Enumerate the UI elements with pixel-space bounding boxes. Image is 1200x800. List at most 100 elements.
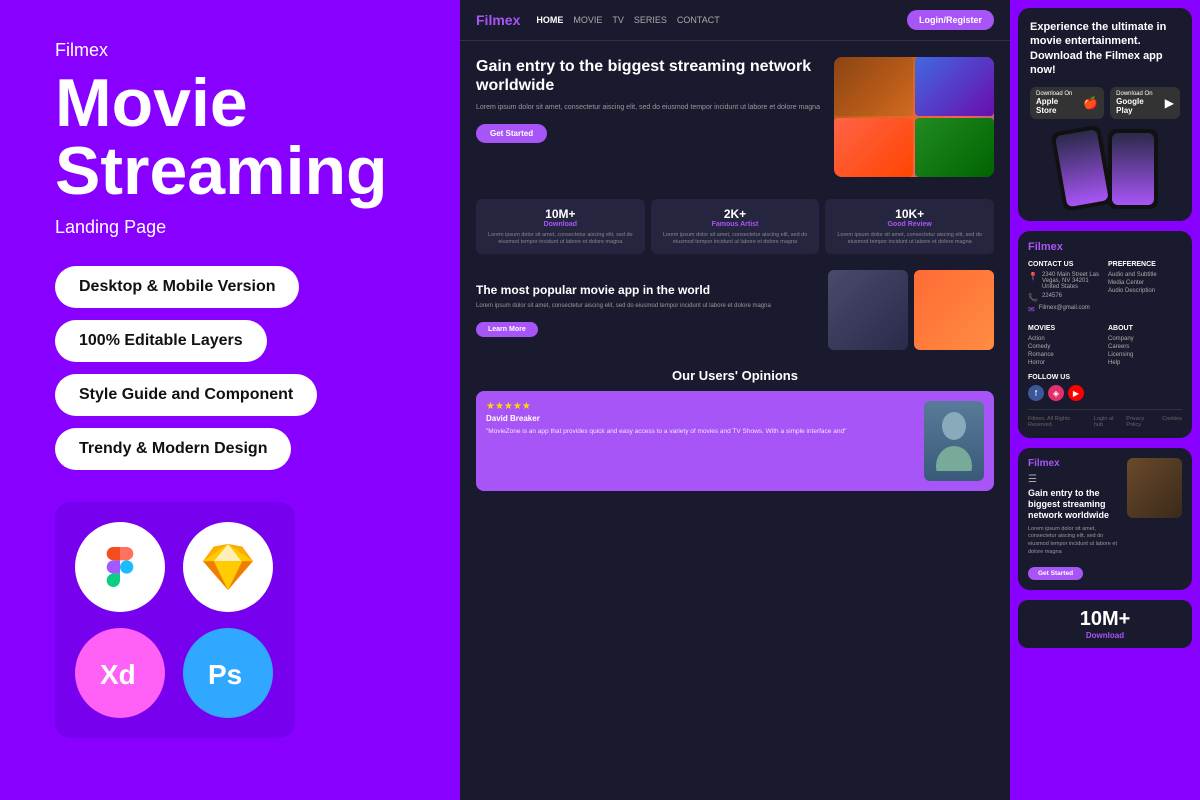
main-title: Movie Streaming [55, 69, 405, 205]
stat-desc-3: Lorem ipsum dolor sit amet, consectetur … [833, 232, 986, 246]
hero-mosaic [834, 57, 994, 177]
footer-about-3: Licensing [1108, 352, 1182, 358]
filmex-nav: Filmex HOME MOVIE TV SERIES CONTACT Logi… [460, 0, 1010, 41]
mobile-card-description: Lorem ipsum dolor sit amet, consectetur … [1028, 526, 1119, 557]
footer-movies-title: MOVIES [1028, 325, 1102, 332]
google-play-button[interactable]: Download On Google Play ▶ [1110, 87, 1180, 119]
stat-number-1: 10M+ [484, 207, 637, 221]
phone-mockup [1030, 129, 1180, 209]
footer-columns-2: MOVIES Action Comedy Romance Horror ABOU… [1028, 325, 1182, 401]
footer-follow-title: FOLLOW US [1028, 374, 1102, 381]
mobile-get-started-button[interactable]: Get Started [1028, 567, 1083, 580]
popular-images [828, 270, 994, 350]
footer-address-row: 📍 2340 Main Street Las Vegas, NV 34201 U… [1028, 272, 1102, 290]
nav-link-contact: CONTACT [677, 15, 720, 25]
nav-link-series: SERIES [634, 15, 667, 25]
facebook-icon[interactable]: f [1028, 385, 1044, 401]
footer-email: Filmex@gmail.com [1039, 305, 1090, 311]
footer-about-2: Careers [1108, 344, 1182, 350]
instagram-icon[interactable]: ◈ [1048, 385, 1064, 401]
bottom-stat-number: 10M+ [1026, 608, 1184, 631]
stat-label-1: Download [484, 221, 637, 228]
filmex-hero-image [834, 57, 994, 177]
stat-card-1: 10M+ Download Lorem ipsum dolor sit amet… [476, 199, 645, 254]
location-icon: 📍 [1028, 272, 1038, 281]
mobile-thumbnail [1127, 458, 1182, 518]
mosaic-cell-3 [834, 118, 913, 177]
learn-more-button[interactable]: Learn More [476, 322, 538, 337]
mobile-card-logo: Filmex [1028, 458, 1119, 469]
filmex-hero-description: Lorem ipsum dolor sit amet, consectetur … [476, 103, 822, 113]
stat-label-3: Good Review [833, 221, 986, 228]
app-card-title: Experience the ultimate in movie enterta… [1030, 20, 1180, 77]
footer-movie-2: Comedy [1028, 344, 1102, 350]
footer-pref-3: Audio Description [1108, 288, 1182, 294]
email-icon: ✉ [1028, 305, 1035, 314]
nav-link-home: HOME [536, 15, 563, 25]
footer-login-link[interactable]: Login at hub [1094, 416, 1120, 428]
apple-icon: 🍎 [1083, 96, 1098, 110]
footer-cookies-link[interactable]: Cookies [1162, 416, 1182, 428]
feature-tag-4: Trendy & Modern Design [55, 428, 291, 470]
left-panel: Filmex Movie Streaming Landing Page Desk… [0, 0, 460, 800]
mobile-menu-icon: ☰ [1028, 474, 1037, 485]
popular-image-1 [828, 270, 908, 350]
brand-label: Filmex [55, 40, 405, 61]
filmex-login-button[interactable]: Login/Register [907, 10, 994, 30]
filmex-nav-links: HOME MOVIE TV SERIES CONTACT [536, 15, 891, 25]
footer-logo: Filmex [1028, 241, 1182, 253]
apple-store-name: Apple Store [1036, 97, 1080, 115]
feature-tag-1: Desktop & Mobile Version [55, 266, 299, 308]
filmex-stats-section: 10M+ Download Lorem ipsum dolor sit amet… [460, 193, 1010, 260]
popular-title: The most popular movie app in the world [476, 283, 816, 297]
phone-icon: 📞 [1028, 293, 1038, 302]
opinions-title: Our Users' Opinions [476, 368, 994, 383]
stat-number-2: 2K+ [659, 207, 812, 221]
photoshop-tool-icon: Ps [183, 628, 273, 718]
mobile-card-title: Gain entry to the biggest streaming netw… [1028, 488, 1119, 520]
stat-number-3: 10K+ [833, 207, 986, 221]
filmex-get-started-button[interactable]: Get Started [476, 124, 547, 143]
feature-tag-2: 100% Editable Layers [55, 320, 267, 362]
footer-copyright: Filmex. All Rights Reserved. [1028, 416, 1088, 428]
footer-contact-col: CONTACT US 📍 2340 Main Street Las Vegas,… [1028, 261, 1102, 317]
footer-movie-1: Action [1028, 336, 1102, 342]
tools-grid: Xd Ps [55, 502, 295, 738]
filmex-nav-logo: Filmex [476, 12, 520, 28]
review-card: ★★★★★ David Breaker "MovieZone is an app… [476, 391, 994, 491]
reviewer-avatar [924, 401, 984, 481]
page-subtitle: Landing Page [55, 217, 405, 238]
footer-contact-title: CONTACT US [1028, 261, 1102, 268]
footer-pref-col: PREFERENCE Audio and Subtitle Media Cent… [1108, 261, 1182, 317]
figma-tool-icon [75, 522, 165, 612]
footer-privacy-link[interactable]: Privacy Policy [1126, 416, 1156, 428]
filmex-website-preview: Filmex HOME MOVIE TV SERIES CONTACT Logi… [460, 0, 1010, 800]
phone-straight [1108, 129, 1158, 209]
footer-movie-3: Romance [1028, 352, 1102, 358]
xd-tool-icon: Xd [75, 628, 165, 718]
footer-about-title: ABOUT [1108, 325, 1182, 332]
stat-card-2: 2K+ Famous Artist Lorem ipsum dolor sit … [651, 199, 820, 254]
footer-pref-1: Audio and Subtitle [1108, 272, 1182, 278]
sketch-tool-icon [183, 522, 273, 612]
svg-text:Ps: Ps [208, 659, 242, 690]
reviewer-name: David Breaker [486, 414, 914, 423]
footer-follow-col: FOLLOW US f ◈ ▶ [1028, 374, 1102, 401]
filmex-popular-section: The most popular movie app in the world … [460, 260, 1010, 360]
stat-label-2: Famous Artist [659, 221, 812, 228]
footer-social-icons: f ◈ ▶ [1028, 385, 1102, 401]
youtube-icon[interactable]: ▶ [1068, 385, 1084, 401]
feature-tags-list: Desktop & Mobile Version 100% Editable L… [55, 266, 405, 470]
filmex-hero-title: Gain entry to the biggest streaming netw… [476, 57, 822, 95]
footer-email-row: ✉ Filmex@gmail.com [1028, 305, 1102, 314]
review-stars: ★★★★★ [486, 401, 914, 412]
phone-angled [1050, 125, 1113, 212]
phone-screen-1 [1055, 129, 1109, 207]
mobile-card-content: Filmex ☰ Gain entry to the biggest strea… [1028, 458, 1119, 580]
feature-tag-3: Style Guide and Component [55, 374, 317, 416]
apple-store-button[interactable]: Download On Apple Store 🍎 [1030, 87, 1104, 119]
filmex-hero-text: Gain entry to the biggest streaming netw… [476, 57, 822, 177]
bottom-stat-card: 10M+ Download [1018, 600, 1192, 648]
footer-phone-row: 📞 224576 [1028, 293, 1102, 302]
footer-pref-2: Media Center [1108, 280, 1182, 286]
